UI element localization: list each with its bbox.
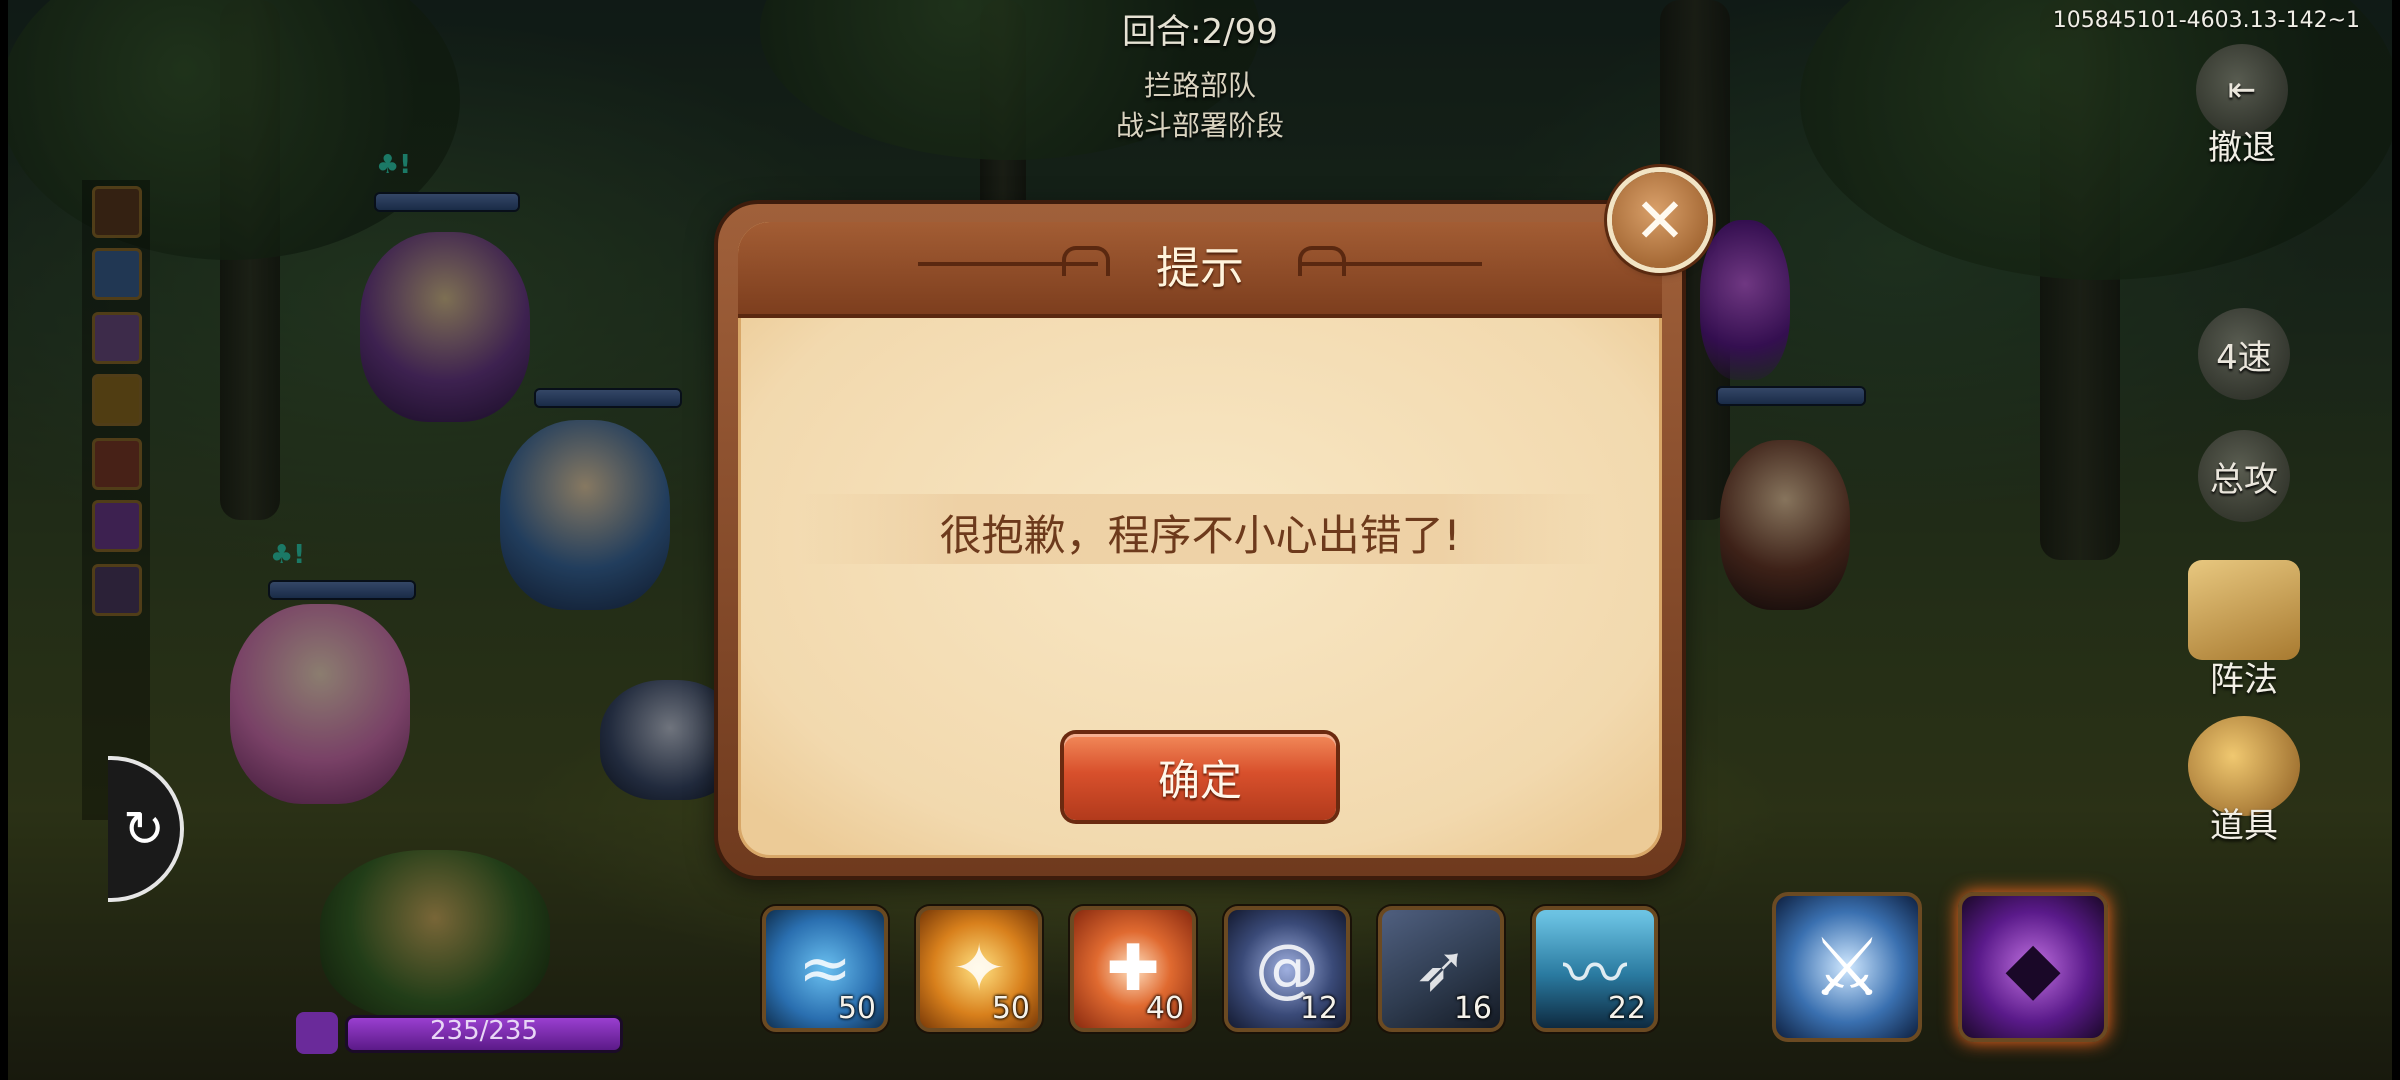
water-skill-button[interactable]: 〰 22 [1532,906,1658,1032]
enemy-group-name: 拦路部队 [1143,69,1256,102]
round-counter: 回合:2/99 [1122,12,1278,52]
speed-button[interactable]: 4速 [2198,308,2290,400]
dialog-message: 很抱歉，程序不小心出错了! [939,511,1461,560]
sword-ultimate-button[interactable]: ⚔ [1772,892,1922,1042]
panther-ultimate-button[interactable]: ◆ [1958,892,2108,1042]
screen-edge [0,0,8,1080]
skill-count: 50 [837,991,876,1026]
skill-count: 40 [1145,991,1184,1026]
sword-icon: ⚔ [1811,920,1883,1014]
confirm-button[interactable]: 确定 [1064,734,1336,820]
skill-count: 12 [1299,991,1338,1026]
skill-count: 50 [991,991,1030,1026]
all-attack-button[interactable]: 总攻 [2198,430,2290,522]
build-id: 105845101-4603.13-142~1 [2052,8,2360,33]
screen-edge [2392,0,2400,1080]
skill-count: 22 [1607,991,1646,1026]
arrow-skill-button[interactable]: ➶ 16 [1378,906,1504,1032]
items-button-label[interactable]: 道具 [2184,798,2304,847]
close-icon[interactable]: ✕ [1612,172,1708,268]
formation-button-label[interactable]: 阵法 [2184,652,2304,701]
panther-icon: ◆ [2005,925,2061,1009]
hp-value: 235/235 [429,1016,538,1046]
formation-board-icon[interactable] [2188,560,2300,660]
whirl-skill-button[interactable]: @ 12 [1224,906,1350,1032]
battle-scene: ♣! ♣! 回合:2/99 拦路部队 战斗部署阶段 105845101-4603… [0,0,2400,1080]
error-dialog: 提示 很抱歉，程序不小心出错了! 确定 [718,204,1682,876]
heal-skill-button[interactable]: ✚ 40 [1070,906,1196,1032]
battle-phase: 战斗部署阶段 [1115,109,1284,142]
retreat-button-label[interactable]: 撤退 [2182,120,2302,169]
skill-count: 16 [1453,991,1492,1026]
wave-skill-button[interactable]: ≈ 50 [762,906,888,1032]
fire-skill-button[interactable]: ✦ 50 [916,906,1042,1032]
hp-icon [296,1012,338,1054]
dialog-title: 提示 [1156,243,1244,294]
